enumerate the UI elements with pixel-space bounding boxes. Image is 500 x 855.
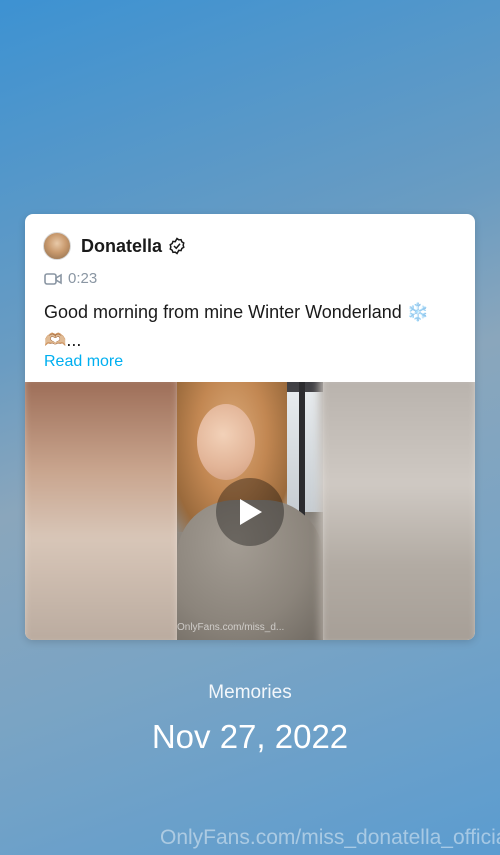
face xyxy=(197,404,255,480)
avatar[interactable] xyxy=(43,232,71,260)
media-blur-left xyxy=(25,382,181,640)
author-name[interactable]: Donatella xyxy=(81,236,162,257)
page-watermark: OnlyFans.com/miss_donatella_official xyxy=(160,826,500,849)
post-card[interactable]: Donatella 0:23 Good morning from mine Wi… xyxy=(25,214,475,640)
post-header: Donatella xyxy=(43,232,186,260)
window-frame xyxy=(299,382,305,532)
video-duration: 0:23 xyxy=(44,270,97,287)
duration-text: 0:23 xyxy=(68,270,98,287)
memory-date: Nov 27, 2022 xyxy=(151,718,349,755)
verified-badge-icon xyxy=(169,237,185,255)
video-camera-icon xyxy=(44,272,62,285)
media-blur-right xyxy=(319,382,475,640)
memories-label: Memories xyxy=(208,682,292,703)
post-media[interactable]: OnlyFans.com/miss_d... xyxy=(25,382,475,640)
play-button[interactable] xyxy=(216,478,284,546)
post-text: Good morning from mine Winter Wonderland… xyxy=(44,302,430,350)
media-watermark: OnlyFans.com/miss_d... xyxy=(177,622,285,633)
read-more-link[interactable]: Read more xyxy=(44,353,123,371)
play-icon xyxy=(240,499,262,525)
